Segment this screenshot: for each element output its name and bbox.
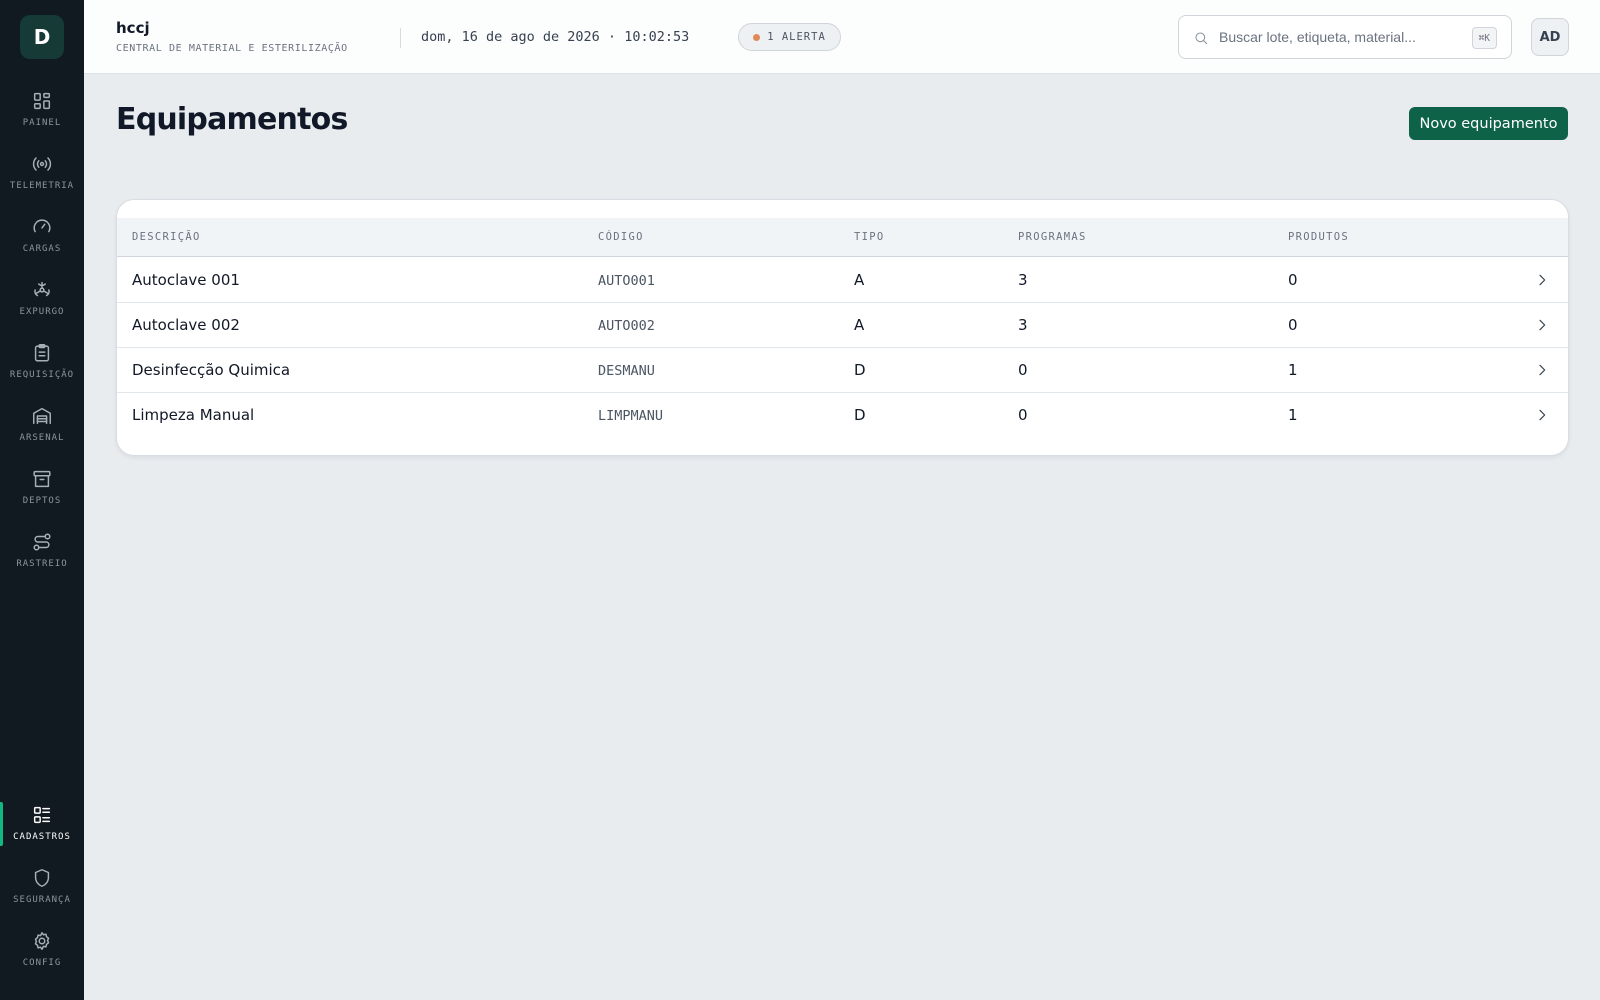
- gear-icon: [34, 932, 50, 950]
- chevron-right-icon[interactable]: [1534, 407, 1550, 423]
- search-input[interactable]: [1219, 26, 1459, 48]
- alert-badge[interactable]: 1 ALERTA: [738, 23, 841, 51]
- cell-tipo: D: [854, 361, 866, 379]
- alert-dot-icon: [753, 33, 761, 41]
- gauge-icon: [33, 219, 51, 233]
- table-header: DESCRIÇÃO CÓDIGO TIPO PROGRAMAS PRODUTOS: [117, 218, 1568, 257]
- sidebar: D PAINEL TELEMETRIA CARGAS EXPURGO REQUI…: [0, 0, 84, 1000]
- column-header-descricao[interactable]: DESCRIÇÃO: [132, 231, 201, 243]
- user-avatar[interactable]: AD: [1531, 18, 1569, 56]
- broadcast-icon: [32, 157, 52, 171]
- sidebar-item-label: EXPURGO: [19, 307, 65, 317]
- alert-label: 1 ALERTA: [767, 31, 826, 43]
- sidebar-item-label: TELEMETRIA: [9, 181, 75, 191]
- table-row[interactable]: Limpeza Manual LIMPMANU D 0 1: [117, 393, 1568, 438]
- shield-icon: [34, 869, 50, 887]
- cell-descricao: Limpeza Manual: [132, 406, 255, 424]
- cell-tipo: D: [854, 406, 866, 424]
- sidebar-item-label: ARSENAL: [19, 433, 65, 443]
- cell-descricao: Autoclave 002: [132, 316, 240, 334]
- new-equipment-button[interactable]: Novo equipamento: [1409, 107, 1568, 140]
- cell-tipo: A: [854, 271, 865, 289]
- org-name: hccj: [116, 19, 150, 37]
- cell-codigo: AUTO002: [598, 318, 655, 334]
- cell-programas: 3: [1018, 316, 1028, 334]
- sidebar-item-cadastros[interactable]: CADASTROS: [0, 802, 84, 862]
- column-header-tipo[interactable]: TIPO: [854, 231, 885, 243]
- cell-descricao: Desinfecção Quimica: [132, 361, 291, 379]
- page-title: Equipamentos: [116, 102, 348, 137]
- chevron-right-icon[interactable]: [1534, 272, 1550, 288]
- cell-produtos: 1: [1288, 406, 1298, 424]
- archive-icon: [33, 470, 51, 488]
- column-header-produtos[interactable]: PRODUTOS: [1288, 231, 1349, 243]
- cell-produtos: 0: [1288, 316, 1298, 334]
- cell-tipo: A: [854, 316, 865, 334]
- cell-codigo: AUTO001: [598, 273, 655, 289]
- sidebar-item-label: RASTREIO: [16, 559, 68, 569]
- cell-codigo: LIMPMANU: [598, 408, 664, 424]
- equipment-table: DESCRIÇÃO CÓDIGO TIPO PROGRAMAS PRODUTOS…: [116, 199, 1569, 456]
- sidebar-item-config[interactable]: CONFIG: [0, 930, 84, 988]
- sidebar-item-label: DEPTOS: [22, 496, 62, 506]
- sidebar-item-label: CONFIG: [22, 958, 62, 968]
- table-row[interactable]: Desinfecção Quimica DESMANU D 0 1: [117, 348, 1568, 393]
- app-logo[interactable]: D: [20, 15, 64, 59]
- biohazard-icon: [34, 281, 50, 297]
- cell-codigo: DESMANU: [598, 363, 655, 379]
- cell-programas: 0: [1018, 361, 1028, 379]
- header-divider: [400, 28, 401, 48]
- warehouse-icon: [33, 407, 51, 425]
- sidebar-item-rastreio[interactable]: RASTREIO: [0, 531, 84, 589]
- column-header-programas[interactable]: PROGRAMAS: [1018, 231, 1087, 243]
- sidebar-item-label: PAINEL: [22, 118, 62, 128]
- cell-produtos: 0: [1288, 271, 1298, 289]
- clipboard-icon: [34, 344, 50, 362]
- sidebar-item-label: REQUISIÇÃO: [9, 370, 75, 380]
- sidebar-item-telemetria[interactable]: TELEMETRIA: [0, 153, 84, 211]
- sidebar-item-label: CADASTROS: [13, 832, 71, 842]
- route-icon: [33, 533, 51, 551]
- top-bar: hccj CENTRAL DE MATERIAL E ESTERILIZAÇÃO…: [84, 0, 1600, 74]
- sidebar-item-label: CARGAS: [22, 244, 62, 254]
- cell-produtos: 1: [1288, 361, 1298, 379]
- sidebar-item-label: SEGURANÇA: [13, 895, 71, 905]
- chevron-right-icon[interactable]: [1534, 362, 1550, 378]
- list-icon: [33, 806, 51, 824]
- datetime-display: dom, 16 de ago de 2026 · 10:02:53: [421, 29, 690, 45]
- sidebar-item-deptos[interactable]: DEPTOS: [0, 468, 84, 526]
- column-header-codigo[interactable]: CÓDIGO: [598, 231, 644, 243]
- sidebar-item-arsenal[interactable]: ARSENAL: [0, 405, 84, 463]
- org-subtitle: CENTRAL DE MATERIAL E ESTERILIZAÇÃO: [116, 43, 348, 54]
- search-icon: [1195, 32, 1208, 45]
- chevron-right-icon[interactable]: [1534, 317, 1550, 333]
- sidebar-item-expurgo[interactable]: EXPURGO: [0, 279, 84, 337]
- cell-programas: 3: [1018, 271, 1028, 289]
- cell-descricao: Autoclave 001: [132, 271, 240, 289]
- cell-programas: 0: [1018, 406, 1028, 424]
- sidebar-item-cargas[interactable]: CARGAS: [0, 216, 84, 274]
- sidebar-item-requisicao[interactable]: REQUISIÇÃO: [0, 342, 84, 400]
- search-shortcut-hint: ⌘K: [1471, 27, 1497, 49]
- sidebar-item-seguranca[interactable]: SEGURANÇA: [0, 867, 84, 925]
- search-box[interactable]: ⌘K: [1178, 15, 1512, 59]
- sidebar-item-painel[interactable]: PAINEL: [0, 90, 84, 148]
- grid-icon: [33, 92, 51, 110]
- table-row[interactable]: Autoclave 002 AUTO002 A 3 0: [117, 303, 1568, 348]
- table-row[interactable]: Autoclave 001 AUTO001 A 3 0: [117, 258, 1568, 303]
